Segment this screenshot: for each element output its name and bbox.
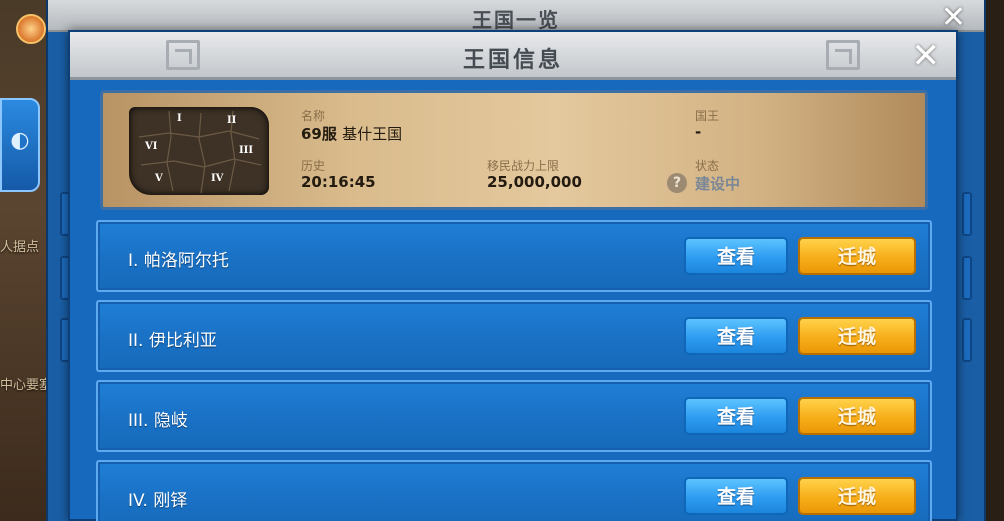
kingdom-map-thumbnail[interactable]: I II III IV V VI — [129, 107, 269, 195]
globe-icon: ◐ — [10, 128, 30, 153]
status-label: 状态 — [695, 159, 720, 173]
view-button[interactable]: 查看 — [684, 397, 788, 435]
server-number: 69服 — [301, 125, 337, 143]
help-icon[interactable]: ? — [667, 173, 687, 193]
province-name: II. 伊比利亚 — [128, 331, 217, 351]
relocate-button[interactable]: 迁城 — [798, 397, 916, 435]
power-limit-label: 移民战力上限 — [487, 159, 560, 173]
relocate-button[interactable]: 迁城 — [798, 317, 916, 355]
king-label: 国王 — [695, 109, 720, 123]
map-label: I — [177, 113, 182, 124]
kingdom-info-titlebar: 王国信息 ✕ — [70, 32, 956, 80]
medal-icon[interactable] — [16, 14, 46, 44]
province-name: IV. 刚铎 — [128, 491, 188, 511]
side-tab — [962, 192, 972, 236]
background-label-fortress: 中心要塞 — [0, 378, 53, 393]
province-name: I. 帕洛阿尔托 — [128, 251, 229, 271]
kingdom-name: 69服 基什王国 — [301, 123, 402, 144]
side-tab — [962, 318, 972, 362]
side-menu-icon[interactable]: ◐ — [0, 98, 40, 192]
name-label: 名称 — [301, 109, 326, 123]
ornament-icon — [826, 40, 860, 70]
status-value: 建设中 — [695, 175, 741, 193]
list-item: III. 隐岐 查看 迁城 — [96, 380, 932, 452]
kingdom-info-panel: 王国信息 ✕ I II III IV V VI 名称 69服 基什王国 国王 -… — [68, 30, 958, 521]
view-button[interactable]: 查看 — [684, 237, 788, 275]
view-button[interactable]: 查看 — [684, 477, 788, 515]
relocate-button[interactable]: 迁城 — [798, 477, 916, 515]
map-label: III — [239, 145, 254, 156]
close-icon[interactable]: ✕ — [912, 36, 941, 76]
history-value: 20:16:45 — [301, 173, 376, 191]
province-name: III. 隐岐 — [128, 411, 188, 431]
side-tab — [962, 256, 972, 300]
list-item: IV. 刚铎 查看 迁城 — [96, 460, 932, 521]
list-item: II. 伊比利亚 查看 迁城 — [96, 300, 932, 372]
map-label: IV — [211, 173, 224, 184]
kingdom-list-titlebar: 王国一览 ✕ — [48, 0, 984, 35]
kingdom-info-title: 王国信息 — [462, 48, 563, 73]
power-limit-value: 25,000,000 — [487, 173, 582, 191]
kingdom-name-value: 基什王国 — [342, 125, 403, 143]
king-value: - — [695, 123, 702, 141]
view-button[interactable]: 查看 — [684, 317, 788, 355]
history-label: 历史 — [301, 159, 326, 173]
background-label-stronghold: 人据点 — [0, 240, 40, 255]
list-item: I. 帕洛阿尔托 查看 迁城 — [96, 220, 932, 292]
map-label: V — [155, 173, 163, 184]
map-label: VI — [145, 141, 158, 152]
kingdom-list-title: 王国一览 — [472, 8, 560, 32]
relocate-button[interactable]: 迁城 — [798, 237, 916, 275]
map-label: II — [227, 115, 237, 126]
kingdom-summary-card: I II III IV V VI 名称 69服 基什王国 国王 - 历史 20:… — [100, 90, 928, 210]
